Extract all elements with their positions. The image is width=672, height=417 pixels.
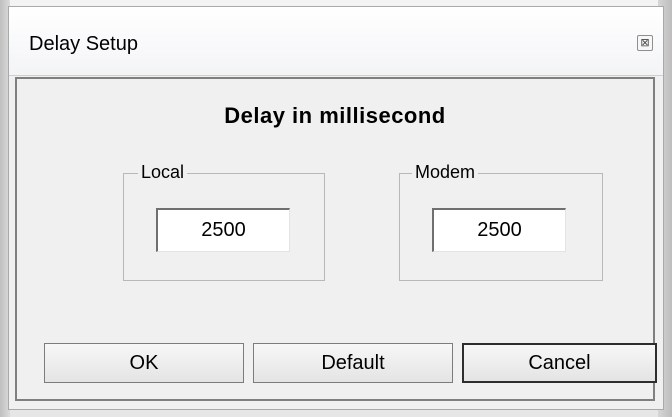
modem-group: Modem 2500 [399, 162, 603, 281]
local-group: Local 2500 [123, 162, 325, 281]
close-icon[interactable]: ⊠ [637, 35, 653, 51]
dialog-content: Delay in millisecond Local 2500 Modem 25… [15, 77, 657, 401]
local-label: Local [138, 162, 188, 183]
dialog-heading: Delay in millisecond [224, 103, 446, 128]
cancel-button[interactable]: Cancel [462, 343, 657, 383]
modem-delay-input[interactable]: 2500 [432, 208, 566, 252]
ok-button[interactable]: OK [44, 343, 244, 383]
delay-setup-dialog: Delay Setup ⊠ Delay in millisecond Local… [8, 6, 664, 410]
window-title: Delay Setup [29, 33, 138, 55]
local-delay-input[interactable]: 2500 [156, 208, 290, 252]
title-bar[interactable]: Delay Setup ⊠ [9, 7, 663, 76]
default-button[interactable]: Default [253, 343, 453, 383]
modem-label: Modem [412, 162, 479, 183]
